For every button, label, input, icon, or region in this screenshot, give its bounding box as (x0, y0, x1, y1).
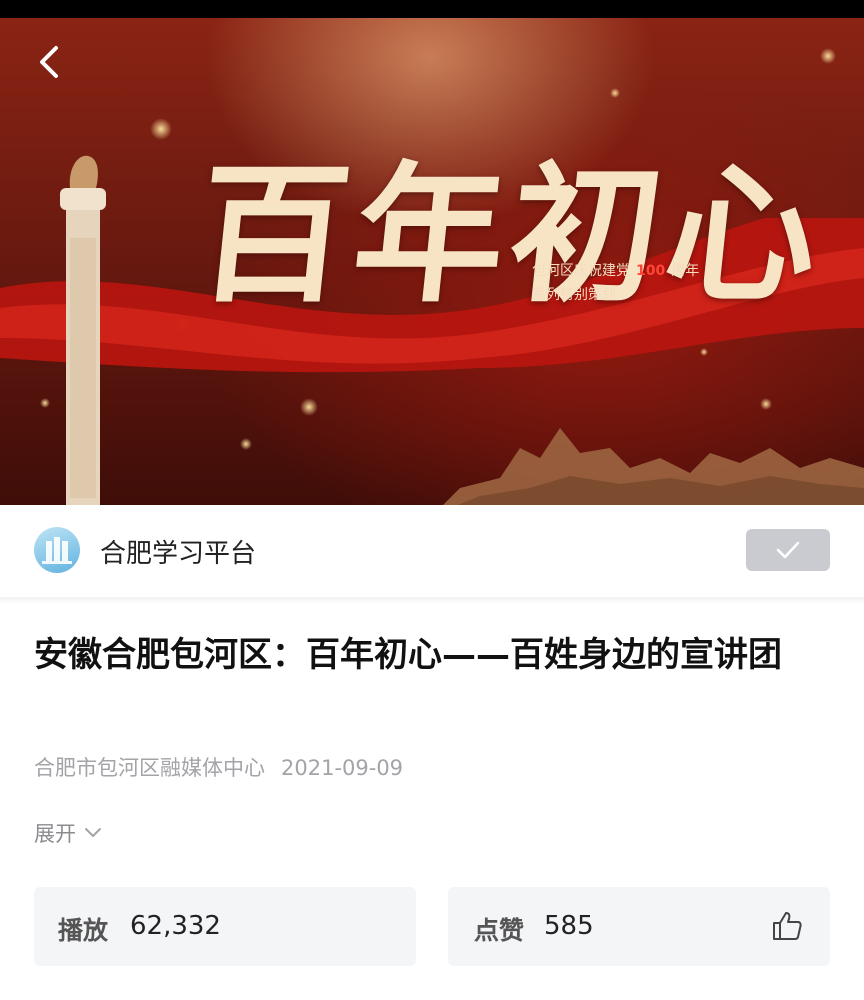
huabiao-pillar-icon (60, 155, 106, 505)
video-player[interactable]: 百年初心 包河区庆祝建党 100 周年 系列特别策划 (0, 18, 864, 505)
likes-label: 点赞 (474, 916, 525, 945)
expand-button[interactable]: 展开 (34, 818, 102, 848)
article-meta: 合肥市包河区融媒体中心 2021-09-09 (34, 752, 403, 782)
poster-subtitle-prefix: 包河区庆祝建党 (532, 263, 630, 279)
poster-title: 百年初心 (189, 147, 832, 323)
article-source[interactable]: 合肥市包河区融媒体中心 (34, 756, 265, 780)
building-logo-icon (42, 537, 72, 564)
plays-label: 播放 (58, 916, 109, 945)
article-date: 2021-09-09 (281, 756, 404, 780)
plays-card: 播放 62,332 (34, 887, 416, 966)
poster-subtitle-suffix: 周年 (671, 263, 700, 279)
like-button[interactable] (770, 909, 804, 943)
sparkle (150, 118, 172, 140)
sparkle (610, 88, 620, 98)
follow-button[interactable] (746, 529, 830, 571)
status-bar (0, 0, 864, 18)
channel-avatar[interactable] (34, 527, 80, 573)
sparkle (820, 48, 836, 64)
plays-value: 62,332 (130, 911, 221, 941)
chevron-left-icon (40, 46, 58, 78)
article-title: 安徽合肥包河区：百年初心——百姓身边的宣讲团 (34, 635, 782, 675)
section-divider (0, 597, 864, 605)
poster-subtitle: 包河区庆祝建党 100 周年 (532, 260, 699, 280)
likes-value: 585 (544, 911, 594, 941)
checkmark-icon (776, 541, 800, 559)
thumbs-up-icon (773, 912, 802, 940)
channel-name[interactable]: 合肥学习平台 (100, 533, 256, 570)
likes-card: 点赞 585 (448, 887, 830, 966)
channel-bar: 合肥学习平台 (0, 505, 864, 597)
poster-subtitle-number: 100 (636, 263, 666, 279)
expand-label: 展开 (34, 822, 76, 846)
poster-subtitle-line2: 系列特别策划 (532, 287, 616, 303)
soldier-sculpture-icon (443, 428, 864, 505)
back-button[interactable] (28, 40, 72, 84)
chevron-down-icon (85, 828, 101, 837)
sparkle (240, 438, 252, 450)
